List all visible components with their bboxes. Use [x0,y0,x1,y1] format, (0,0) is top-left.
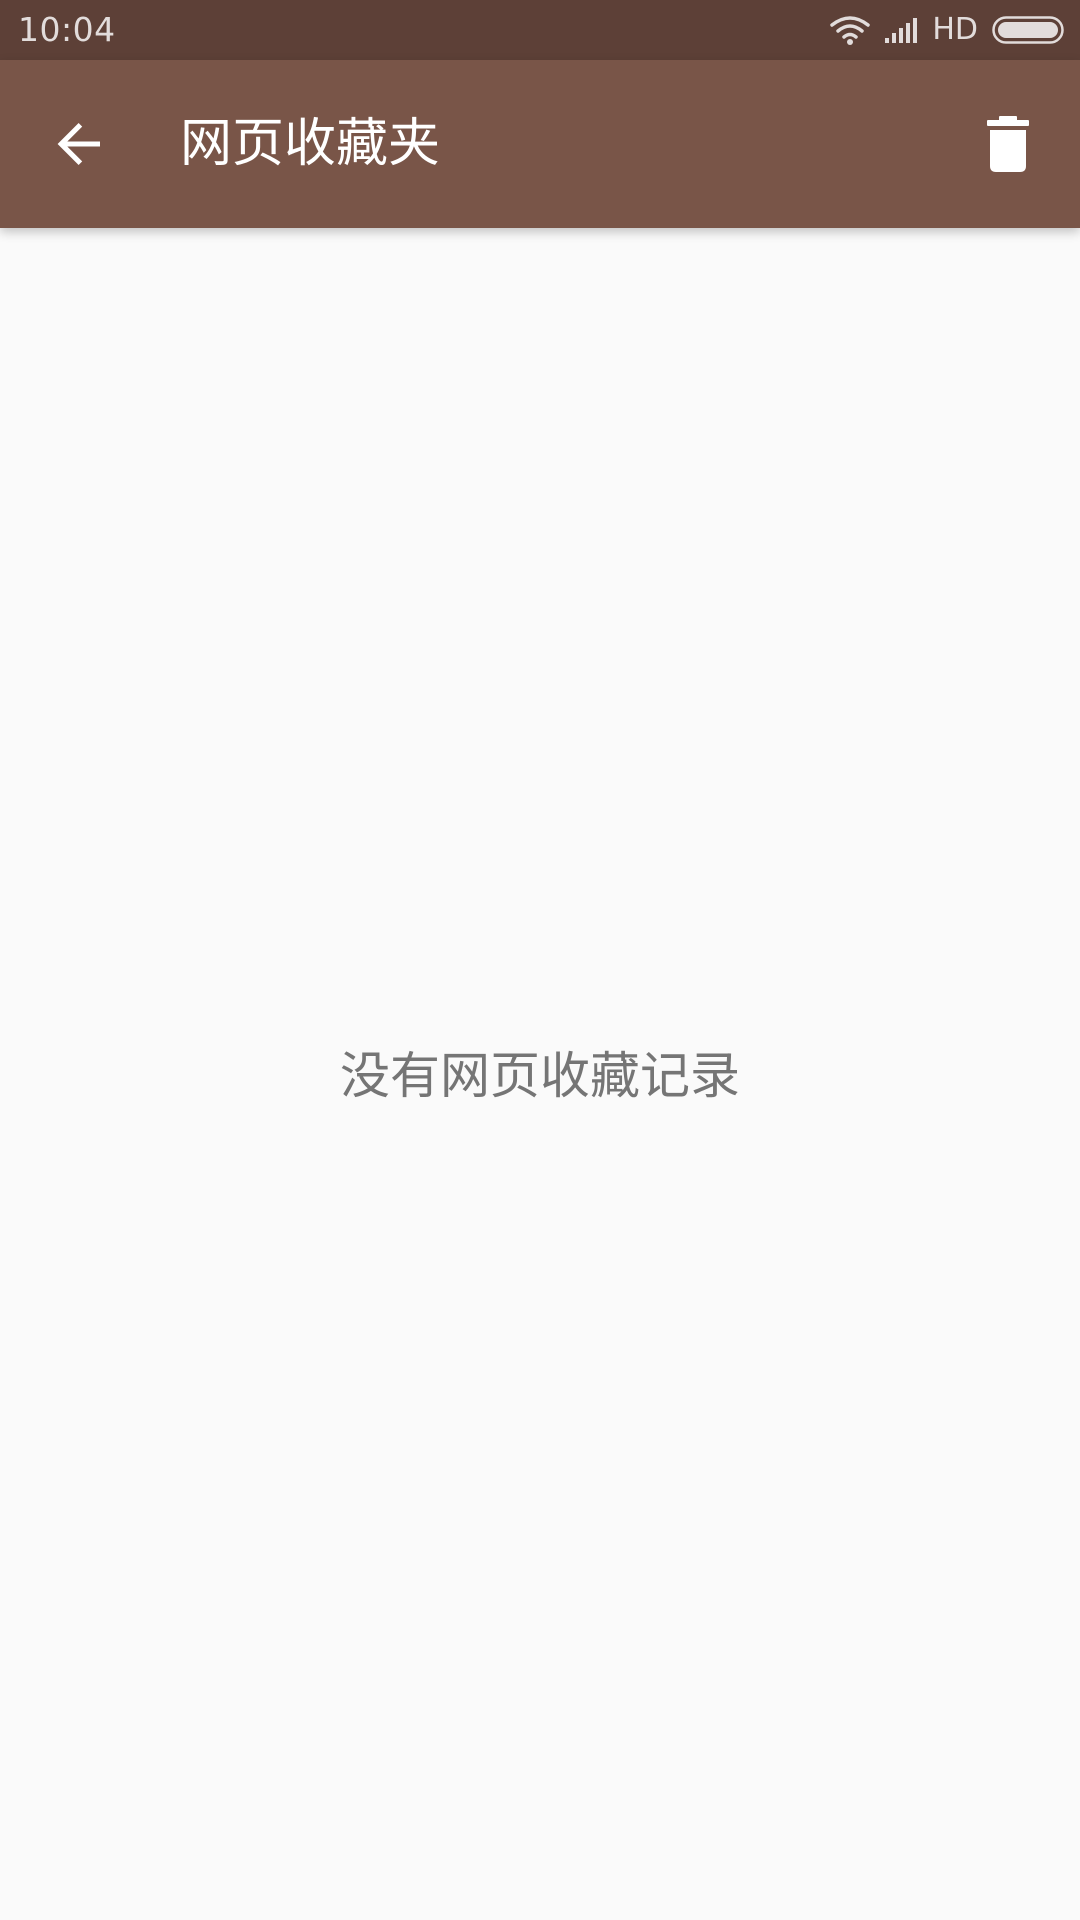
battery-icon [992,16,1064,44]
back-button[interactable] [52,116,108,172]
bookmark-list-area: 没有网页收藏记录 [0,228,1080,1920]
status-indicators: HD [830,10,1064,50]
trash-icon [987,116,1029,172]
network-type-label: HD [932,12,978,47]
empty-state-message: 没有网页收藏记录 [340,1047,740,1105]
bookmarks-screen: 10:04 HD 网页收藏夹 没有网页收藏记录 [0,0,1080,1920]
signal-icon [884,16,922,44]
delete-all-button[interactable] [980,112,1036,176]
status-time: 10:04 [18,10,116,49]
status-bar: 10:04 HD [0,0,1080,60]
page-title: 网页收藏夹 [180,114,441,174]
wifi-icon [830,15,871,45]
arrow-back-icon [56,120,104,168]
app-bar: 网页收藏夹 [0,60,1080,228]
